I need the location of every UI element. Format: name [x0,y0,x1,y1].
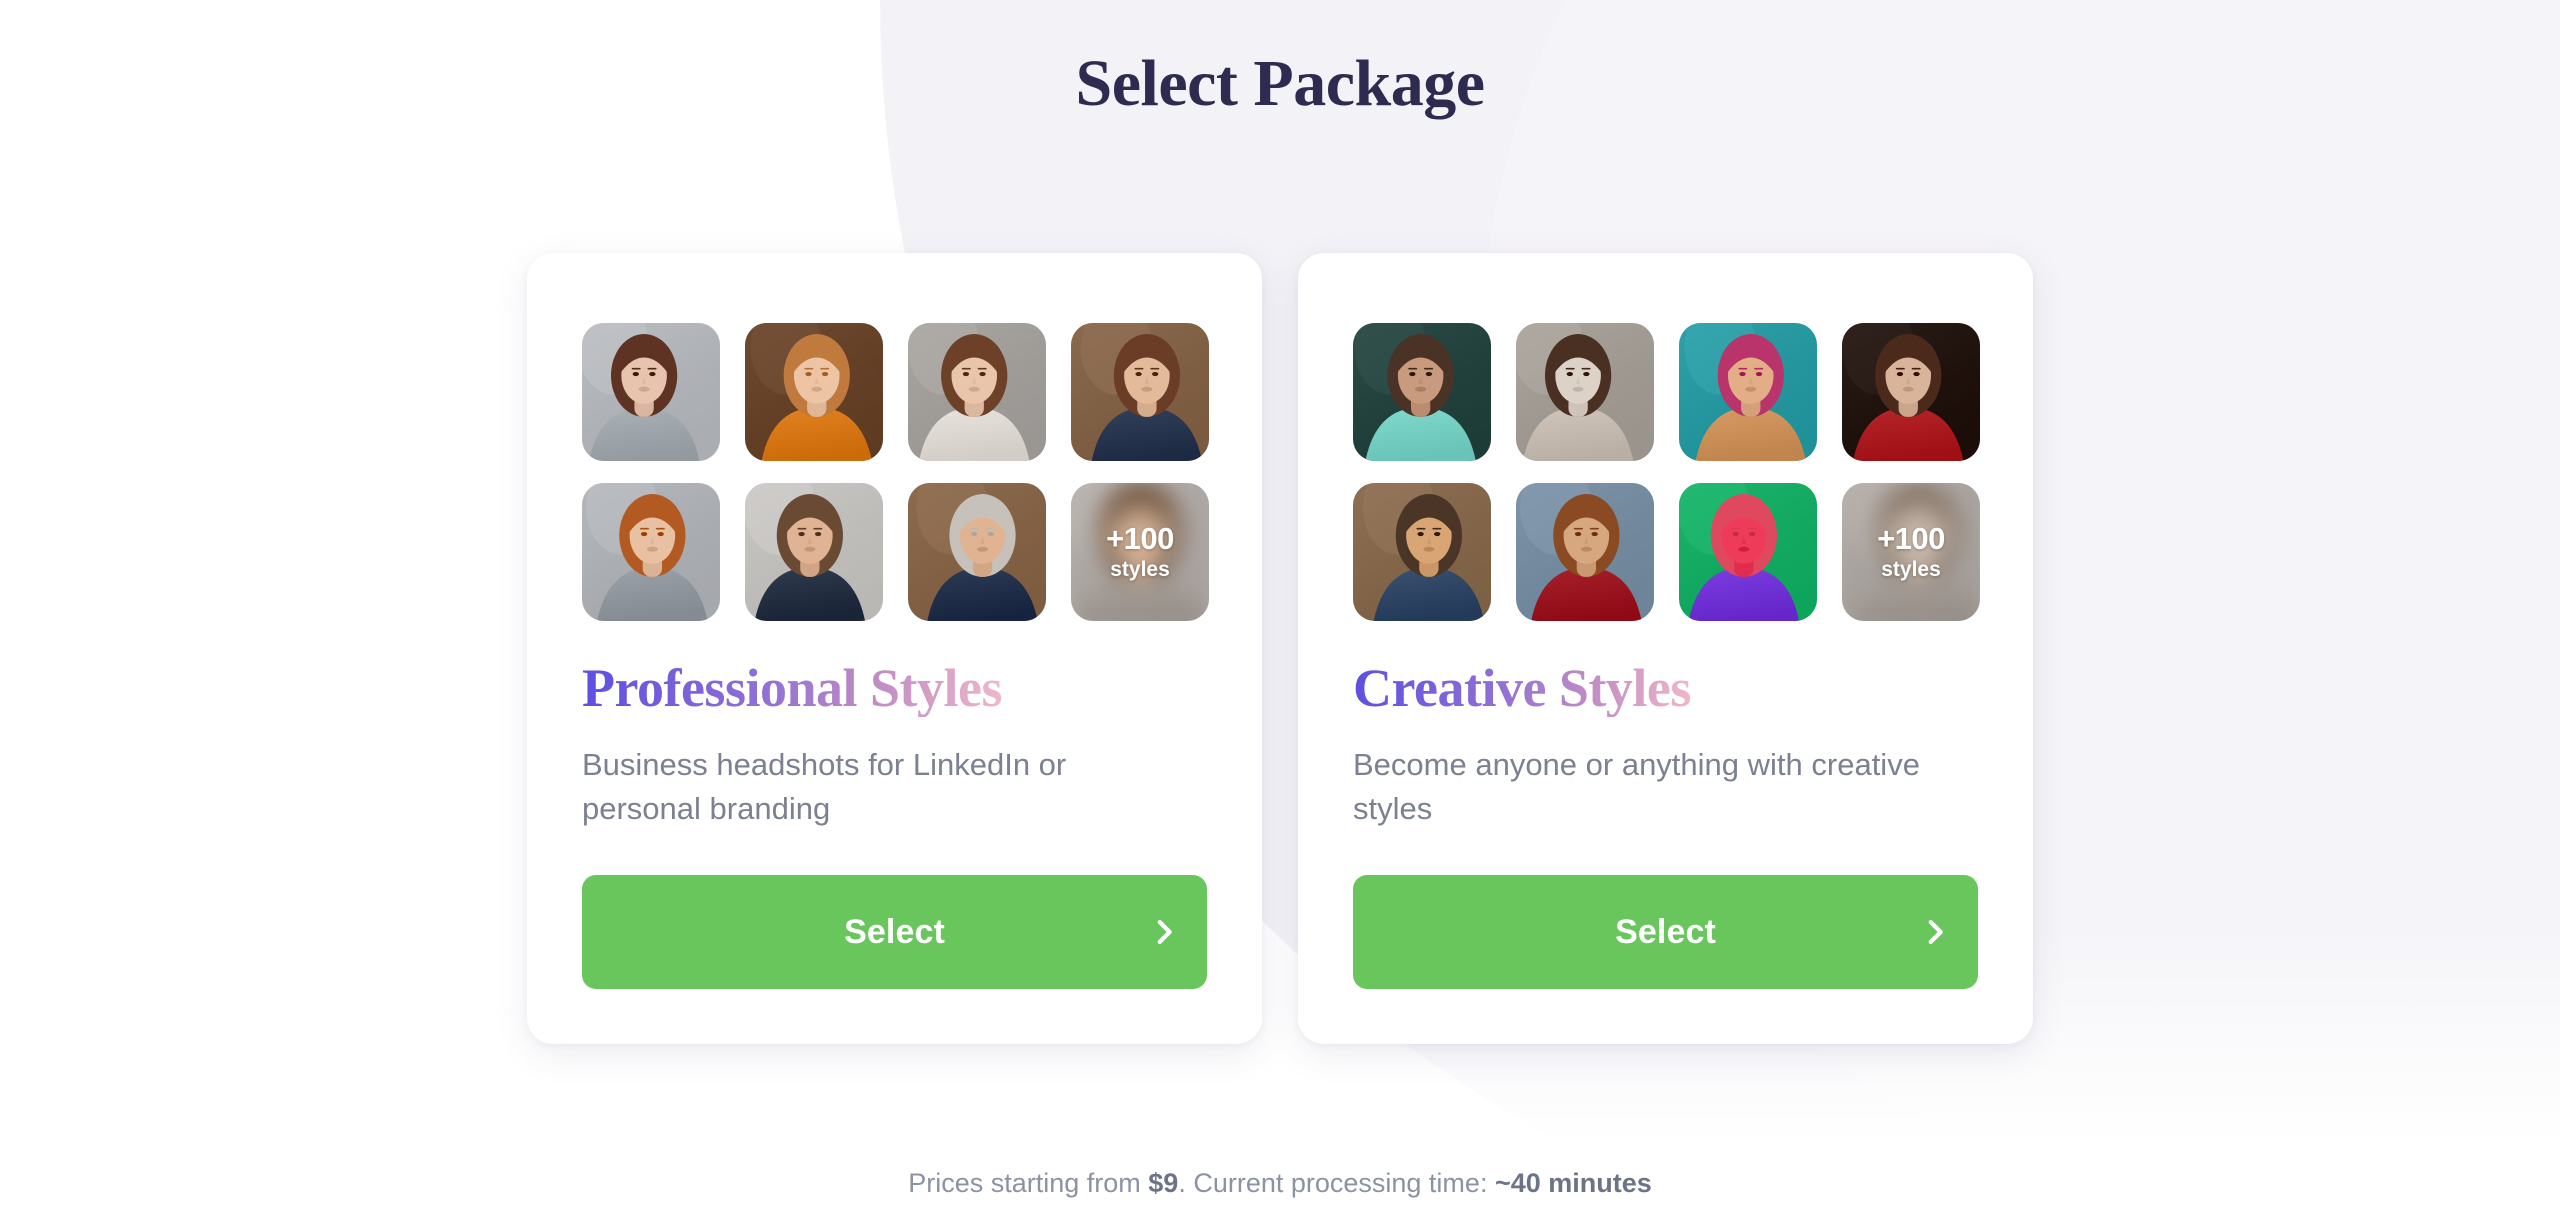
package-description: Become anyone or anything with creative … [1353,747,1920,827]
package-description: Business headshots for LinkedIn or perso… [582,747,1067,827]
more-styles-label: +100 styles [1842,483,1980,621]
style-preview-grid: +100 styles [1353,323,1980,621]
style-thumbnail [1071,323,1209,461]
footer-price: $9 [1148,1168,1179,1198]
more-styles-count: +100 [1877,521,1945,557]
more-styles-label: +100 styles [1071,483,1209,621]
select-package-screen: Select Package +100 styles Professional … [0,0,2560,1226]
select-button-label: Select [844,912,945,951]
footer-middle: . Current processing time: [1178,1168,1495,1198]
more-styles-tile: +100 styles [1071,483,1209,621]
footer-prefix: Prices starting from [908,1168,1149,1198]
chevron-right-icon [1147,915,1181,949]
footer-processing-time: ~40 minutes [1494,1168,1652,1198]
package-title: Creative Styles [1353,658,1691,718]
select-button-professional[interactable]: Select [582,875,1207,990]
footer-pricing-note: Prices starting from $9. Current process… [0,1168,2560,1199]
more-styles-count: +100 [1106,521,1174,557]
style-thumbnail [1679,483,1817,621]
style-thumbnail [1516,323,1654,461]
style-thumbnail [1516,483,1654,621]
style-thumbnail [1679,323,1817,461]
select-button-label: Select [1615,912,1716,951]
style-thumbnail [1842,323,1980,461]
more-styles-word: styles [1881,557,1941,581]
style-thumbnail [908,483,1046,621]
chevron-right-icon [1918,915,1952,949]
more-styles-word: styles [1110,557,1170,581]
style-thumbnail [908,323,1046,461]
style-thumbnail [745,483,883,621]
style-preview-grid: +100 styles [582,323,1209,621]
more-styles-tile: +100 styles [1842,483,1980,621]
package-card-creative[interactable]: +100 styles Creative Styles Become anyone o… [1298,253,2033,1045]
style-thumbnail [582,483,720,621]
style-thumbnail [582,323,720,461]
style-thumbnail [745,323,883,461]
package-title: Professional Styles [582,658,1003,718]
style-thumbnail [1353,483,1491,621]
package-card-list: +100 styles Professional Styles Business he… [527,253,2033,1045]
style-thumbnail [1353,323,1491,461]
page-title: Select Package [1075,47,1485,120]
package-card-professional[interactable]: +100 styles Professional Styles Business he… [527,253,1262,1045]
select-button-creative[interactable]: Select [1353,875,1978,990]
